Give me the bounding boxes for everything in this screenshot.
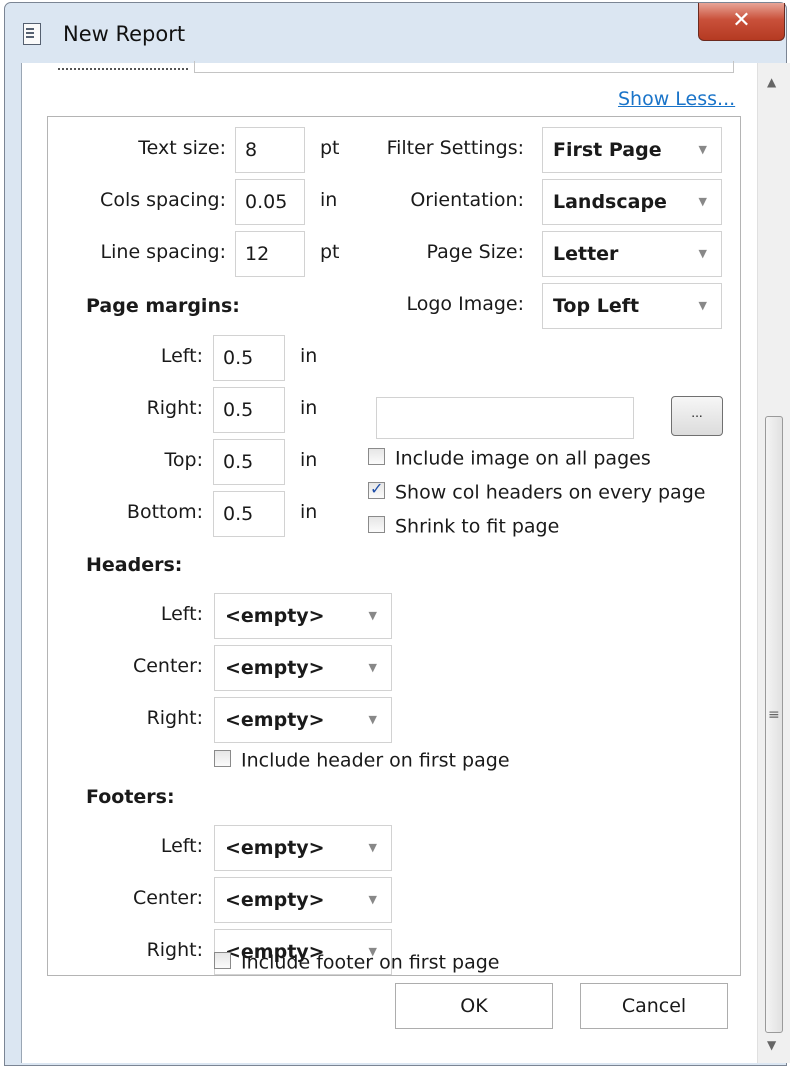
margin-left-label: Left: [160, 345, 203, 367]
page-size-value: Letter [553, 243, 619, 265]
logo-path-input[interactable] [376, 397, 634, 439]
vertical-scrollbar[interactable]: ▲ ≡ ▼ [757, 63, 790, 1063]
footers-heading: Footers: [86, 786, 175, 808]
close-button[interactable]: ✕ [698, 3, 785, 41]
checkbox-box[interactable] [214, 952, 231, 969]
include-footer-first-page-label: Include footer on first page [241, 951, 500, 974]
shrink-to-fit-checkbox[interactable]: Shrink to fit page [368, 515, 559, 538]
headers-heading: Headers: [86, 554, 183, 576]
header-center-label: Center: [132, 655, 203, 677]
header-left-value: <empty> [225, 605, 325, 627]
line-spacing-unit: pt [320, 241, 340, 263]
margin-top-unit: in [300, 449, 318, 471]
partially-visible-label [58, 65, 188, 70]
margin-bottom-unit: in [300, 501, 318, 523]
chevron-down-icon: ▼ [368, 893, 377, 906]
orientation-label: Orientation: [410, 189, 524, 211]
footer-center-dropdown[interactable]: <empty> ▼ [214, 877, 392, 923]
line-spacing-input[interactable]: 12 [235, 231, 305, 277]
cancel-button[interactable]: Cancel [580, 983, 728, 1029]
grip-icon: ≡ [768, 707, 780, 723]
checkbox-box-checked[interactable] [368, 479, 385, 499]
footer-right-label: Right: [146, 939, 203, 961]
text-size-input[interactable]: 8 [235, 127, 305, 173]
checkbox-box[interactable] [368, 448, 385, 465]
print-options-panel: Text size: 8 pt Cols spacing: 0.05 in Li… [47, 116, 741, 976]
footer-center-value: <empty> [225, 889, 325, 911]
filter-settings-label: Filter Settings: [386, 137, 524, 159]
margin-top-label: Top: [164, 449, 203, 471]
margin-right-unit: in [300, 397, 318, 419]
checkbox-box[interactable] [214, 750, 231, 767]
margin-left-input[interactable]: 0.5 [213, 335, 285, 381]
include-footer-first-page-checkbox[interactable]: Include footer on first page [214, 951, 499, 974]
orientation-dropdown[interactable]: Landscape ▼ [542, 179, 722, 225]
shrink-to-fit-label: Shrink to fit page [395, 515, 560, 538]
include-image-all-pages-checkbox[interactable]: Include image on all pages [368, 447, 651, 470]
filter-settings-dropdown[interactable]: First Page ▼ [542, 127, 722, 173]
window-title: New Report [63, 22, 186, 46]
margin-left-unit: in [300, 345, 318, 367]
header-center-dropdown[interactable]: <empty> ▼ [214, 645, 392, 691]
header-center-value: <empty> [225, 657, 325, 679]
chevron-down-icon: ▼ [368, 609, 377, 622]
browse-button[interactable]: ... [671, 396, 723, 436]
header-right-label: Right: [146, 707, 203, 729]
orientation-value: Landscape [553, 191, 667, 213]
show-col-headers-label: Show col headers on every page [395, 481, 706, 504]
chevron-down-icon: ▼ [698, 299, 707, 312]
filter-settings-value: First Page [553, 139, 662, 161]
text-size-label: Text size: [138, 137, 226, 159]
logo-image-dropdown[interactable]: Top Left ▼ [542, 283, 722, 329]
page-size-label: Page Size: [426, 241, 524, 263]
report-app-icon [23, 23, 41, 45]
page-margins-heading: Page margins: [86, 295, 240, 317]
chevron-down-icon: ▼ [368, 661, 377, 674]
margin-right-input[interactable]: 0.5 [213, 387, 285, 433]
chevron-down-icon: ▼ [698, 195, 707, 208]
footer-left-label: Left: [160, 835, 203, 857]
chevron-down-icon: ▼ [368, 841, 377, 854]
footer-left-value: <empty> [225, 837, 325, 859]
footer-left-dropdown[interactable]: <empty> ▼ [214, 825, 392, 871]
cols-spacing-unit: in [320, 189, 338, 211]
scrollbar-thumb[interactable]: ≡ [765, 416, 783, 1033]
dialog-content: Show Less... Text size: 8 pt Cols spacin… [21, 61, 757, 1063]
margin-top-input[interactable]: 0.5 [213, 439, 285, 485]
show-col-headers-checkbox[interactable]: Show col headers on every page [368, 479, 706, 504]
header-right-dropdown[interactable]: <empty> ▼ [214, 697, 392, 743]
header-left-dropdown[interactable]: <empty> ▼ [214, 593, 392, 639]
page-size-dropdown[interactable]: Letter ▼ [542, 231, 722, 277]
partially-visible-field[interactable] [194, 61, 734, 73]
scroll-up-arrow-icon[interactable]: ▲ [767, 75, 776, 89]
logo-image-label: Logo Image: [406, 293, 524, 315]
margin-bottom-input[interactable]: 0.5 [213, 491, 285, 537]
header-right-value: <empty> [225, 709, 325, 731]
margin-bottom-label: Bottom: [126, 501, 203, 523]
footer-center-label: Center: [132, 887, 203, 909]
dialog-window: New Report ✕ Show Less... Text size: 8 p… [4, 2, 790, 1066]
header-left-label: Left: [160, 603, 203, 625]
cols-spacing-label: Cols spacing: [100, 189, 226, 211]
scroll-down-arrow-icon[interactable]: ▼ [767, 1038, 776, 1052]
include-header-first-page-label: Include header on first page [241, 749, 510, 772]
logo-image-value: Top Left [553, 295, 640, 317]
checkbox-box[interactable] [368, 516, 385, 533]
show-less-link[interactable]: Show Less... [618, 88, 735, 110]
close-icon: ✕ [732, 8, 751, 33]
chevron-down-icon: ▼ [698, 247, 707, 260]
text-size-unit: pt [320, 137, 340, 159]
line-spacing-label: Line spacing: [100, 241, 226, 263]
include-image-all-pages-label: Include image on all pages [395, 447, 651, 470]
chevron-down-icon: ▼ [698, 143, 707, 156]
include-header-first-page-checkbox[interactable]: Include header on first page [214, 749, 510, 772]
ok-button[interactable]: OK [395, 983, 553, 1029]
margin-right-label: Right: [146, 397, 203, 419]
chevron-down-icon: ▼ [368, 713, 377, 726]
cols-spacing-input[interactable]: 0.05 [235, 179, 305, 225]
title-bar[interactable]: New Report ✕ [5, 3, 786, 63]
